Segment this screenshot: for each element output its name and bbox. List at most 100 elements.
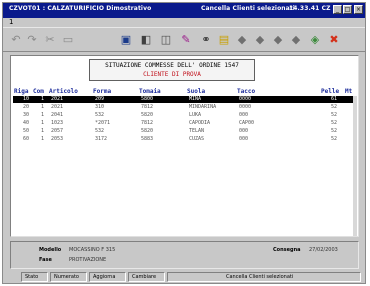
table-cell: MINDARINA [189, 104, 217, 110]
table-cell: 20 [23, 104, 30, 110]
column-header[interactable]: Forma [93, 88, 111, 95]
menu-bar: 1 [3, 18, 365, 27]
menu-item[interactable]: 1 [9, 18, 13, 26]
table-row[interactable]: 30120415325820LUKA000525 [13, 112, 356, 119]
table-cell: 7812 [141, 120, 154, 126]
preview-icon[interactable]: ◫ [159, 34, 173, 46]
table-row[interactable]: 20120213107812MINDARINA0000525 [13, 104, 356, 111]
table-cell: 2057 [51, 128, 64, 134]
delivery-value: 27/02/2003 [309, 247, 338, 253]
table-cell: 1023 [51, 120, 64, 126]
column-header[interactable]: Suola [187, 88, 205, 95]
table-cell: TELAN [189, 128, 205, 134]
table-cell: 1 [41, 96, 45, 102]
status-button-aggiorna[interactable]: Aggiorna [89, 272, 126, 282]
table-cell: 3172 [95, 136, 108, 142]
phase-label: Fase [39, 257, 52, 263]
table-cell: 40 [23, 120, 30, 126]
table-cell: 000 [239, 112, 249, 118]
table-cell: CUZAS [189, 136, 205, 142]
status-button-cambiare[interactable]: Cambiare [128, 272, 165, 282]
minimize-button[interactable]: _ [333, 5, 342, 14]
next-record-icon[interactable]: ◆ [271, 34, 285, 46]
table-cell: 60 [23, 136, 30, 142]
table-cell: 30 [23, 112, 30, 118]
prev-record-icon[interactable]: ◆ [253, 34, 267, 46]
toolbar: ↶ ↷ ✂ ▭ ▣ ◧ ◫ ✎ ⚭ ▤ ◆ ◆ ◆ ◆ ◈ ✖ [3, 27, 365, 52]
window-title-action: Cancella Clienti selezionati [201, 5, 295, 12]
table-cell: 2041 [51, 112, 64, 118]
copy-icon[interactable]: ▭ [61, 34, 75, 46]
edit-icon[interactable]: ✎ [179, 34, 193, 46]
table-cell: 61 [331, 96, 338, 102]
column-header[interactable]: Mt [345, 88, 352, 95]
folder-icon[interactable]: ▤ [217, 34, 231, 46]
window-title: CZVOT01 : CALZATURIFICIO Dimostrativo [9, 5, 152, 12]
order-panel: SITUAZIONE COMMESSE DELL' ORDINE 1547 CL… [10, 55, 359, 237]
close-button[interactable]: × [354, 5, 363, 14]
table-cell: CAP00 [239, 120, 255, 126]
model-label: Modello [39, 247, 62, 253]
table-row[interactable]: 10120212095800MINA0000613 [13, 96, 356, 103]
details-panel: Modello MOCASSINO F 315 Fase PROTIVAZION… [10, 241, 359, 269]
refresh-icon[interactable]: ◈ [308, 34, 322, 46]
table-cell: 2053 [51, 136, 64, 142]
vertical-scrollbar[interactable] [353, 96, 357, 236]
table-cell: 209 [95, 96, 105, 102]
table-cell: 7812 [141, 104, 154, 110]
last-record-icon[interactable]: ◆ [289, 34, 303, 46]
report-title: SITUAZIONE COMMESSE DELL' ORDINE 1547 [105, 62, 239, 69]
table-cell: 1 [41, 128, 45, 134]
table-cell: LUKA [189, 112, 202, 118]
status-bar: Stato Numerato Aggiorna Cambiare Cancell… [3, 271, 365, 283]
report-customer: CLIENTE DI PROVA [143, 71, 201, 78]
table-cell: 2021 [51, 96, 64, 102]
first-record-icon[interactable]: ◆ [235, 34, 249, 46]
window-title-clock: 14.33.41 CZ [289, 5, 331, 12]
table-cell: 5820 [141, 128, 154, 134]
title-bar[interactable]: CZVOT01 : CALZATURIFICIO Dimostrativo Ca… [3, 3, 365, 18]
undo-icon[interactable]: ↶ [9, 34, 23, 46]
table-cell: 52 [331, 120, 338, 126]
table-cell: 5820 [141, 112, 154, 118]
table-cell: 50 [23, 128, 30, 134]
delete-icon[interactable]: ✖ [327, 34, 341, 46]
table-cell: 1 [41, 136, 45, 142]
table-cell: 52 [331, 112, 338, 118]
table-row[interactable]: 4011023*20717812CAPODIACAP00525 [13, 120, 356, 127]
maximize-button[interactable]: □ [343, 5, 352, 14]
status-message: Cancella Clienti selezionati [167, 272, 361, 282]
column-header[interactable]: Tacco [237, 88, 255, 95]
binoculars-icon[interactable]: ⚭ [199, 34, 213, 46]
application-window: CZVOT01 : CALZATURIFICIO Dimostrativo Ca… [2, 2, 366, 284]
table-cell: MINA [189, 96, 202, 102]
status-button-numerato[interactable]: Numerato [50, 272, 87, 282]
table-cell: 532 [95, 128, 105, 134]
cut-icon[interactable]: ✂ [43, 34, 57, 46]
table-cell: CAPODIA [189, 120, 211, 126]
table-cell: 0000 [239, 104, 252, 110]
column-header[interactable]: Riga [14, 88, 28, 95]
table-cell: 52 [331, 104, 338, 110]
redo-icon[interactable]: ↷ [25, 34, 39, 46]
table-row[interactable]: 601205331725883CUZAS000525 [13, 136, 356, 143]
table-cell: 532 [95, 112, 105, 118]
table-cell: 000 [239, 136, 249, 142]
table-row[interactable]: 50120575325820TELAN000525 [13, 128, 356, 135]
status-button-stato[interactable]: Stato [21, 272, 48, 282]
column-header[interactable]: Pelle [321, 88, 339, 95]
print-icon[interactable]: ▣ [119, 34, 133, 46]
table-cell: 5800 [141, 96, 154, 102]
delivery-label: Consegna [273, 247, 301, 253]
table-cell: 1 [41, 112, 45, 118]
disk-icon[interactable]: ◧ [139, 34, 153, 46]
table-cell: 52 [331, 136, 338, 142]
column-header[interactable]: Com [33, 88, 44, 95]
table-cell: 2021 [51, 104, 64, 110]
table-cell: 000 [239, 128, 249, 134]
report-title-box: SITUAZIONE COMMESSE DELL' ORDINE 1547 CL… [89, 59, 255, 81]
phase-value: PROTIVAZIONE [69, 257, 107, 263]
table-cell: 5883 [141, 136, 154, 142]
column-header[interactable]: Tomaia [139, 88, 161, 95]
column-header[interactable]: Articolo [49, 88, 78, 95]
